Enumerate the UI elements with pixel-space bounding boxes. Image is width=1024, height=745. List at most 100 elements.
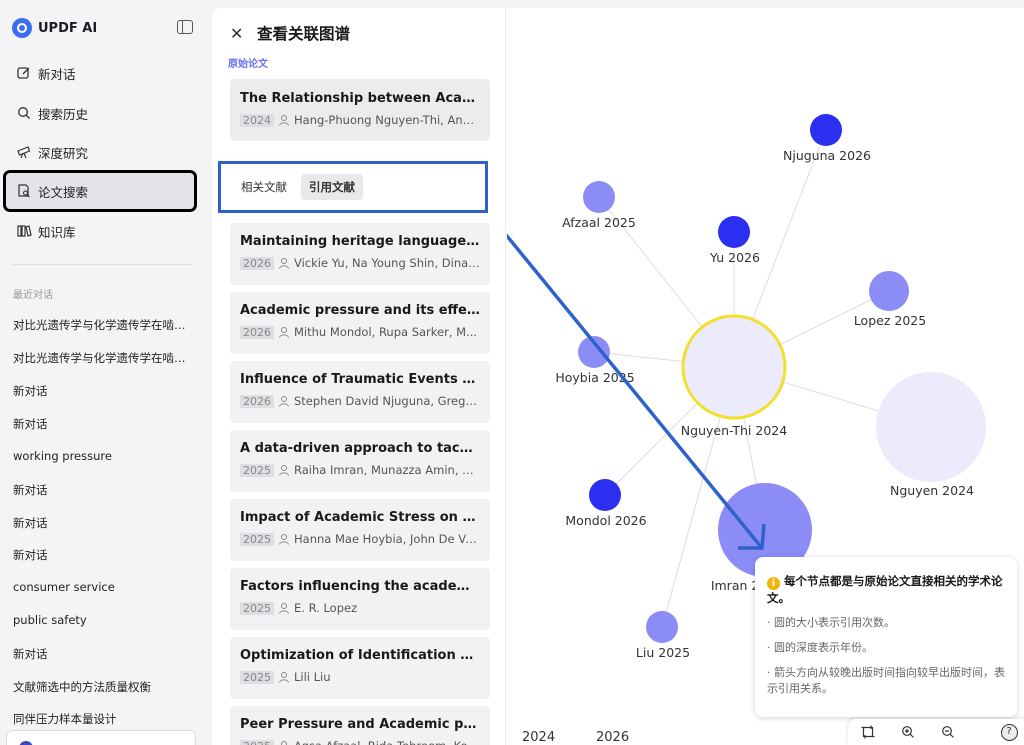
reference-card[interactable]: Impact of Academic Stress on The... 2025 H… xyxy=(230,499,490,561)
paper-authors: Vickie Yu, Na Young Shin, Dina ... xyxy=(294,256,480,270)
nav-label: 论文搜索 xyxy=(38,184,89,200)
app-logo: UPDF AI xyxy=(12,16,197,40)
legend-line: · 圆的深度表示年份。 xyxy=(767,641,873,654)
paper-authors: Hanna Mae Hoybia, John De Ve... xyxy=(294,532,480,546)
paper-title: A data-driven approach to tacklin... xyxy=(240,441,480,456)
legend-line: · 圆的大小表示引用次数。 xyxy=(767,616,895,629)
person-icon xyxy=(279,115,289,126)
paper-title: Influence of Traumatic Events on ... xyxy=(240,372,480,387)
paper-meta: 2026 Stephen David Njuguna, Grego... xyxy=(240,394,480,408)
history-item[interactable]: public safety xyxy=(13,613,193,627)
reference-card[interactable]: Academic pressure and its effects ... 202… xyxy=(230,292,490,354)
graph-node[interactable] xyxy=(810,114,842,146)
paper-year: 2026 xyxy=(240,256,274,270)
graph-node[interactable] xyxy=(869,271,909,311)
recent-title: 最近对话 xyxy=(13,290,53,301)
paper-year: 2026 xyxy=(240,394,274,408)
legend-line: · 箭头方向从较晚出版时间指向较早出版时间，表示引用关系。 xyxy=(767,666,1005,695)
original-paper-card[interactable]: The Relationship between Academic Pressu… xyxy=(230,79,490,141)
paper-meta: 2025 Raiha Imran, Munazza Amin, Kif... xyxy=(240,463,480,477)
graph-node-label: Njuguna 2026 xyxy=(783,148,871,163)
help-button[interactable]: ? xyxy=(994,719,1024,745)
person-icon xyxy=(279,603,289,614)
info-icon: i xyxy=(767,577,780,590)
sidebar: UPDF AI 新对话 搜索历史 深度研究 论文搜索 知识库 最近对话 对比光遗… xyxy=(0,0,210,745)
tab-related-literature[interactable]: 相关文献 xyxy=(233,174,295,200)
paper-meta: 2026 Vickie Yu, Na Young Shin, Dina ... xyxy=(240,256,480,270)
nav-deep-research[interactable]: 深度研究 xyxy=(6,134,194,170)
graph-node[interactable] xyxy=(589,479,621,511)
paper-title: Optimization of Identification and... xyxy=(240,648,480,663)
original-paper-label: 原始论文 xyxy=(228,59,268,70)
paper-authors: Raiha Imran, Munazza Amin, Kif... xyxy=(294,463,480,477)
graph-node-label: Lopez 2025 xyxy=(854,313,926,328)
zoom-out-icon[interactable] xyxy=(928,719,968,745)
nav-new-chat[interactable]: 新对话 xyxy=(6,55,194,91)
year-axis-label: 2024 xyxy=(522,730,556,745)
history-item[interactable]: 新对话 xyxy=(13,416,193,432)
history-item[interactable]: 新对话 xyxy=(13,515,193,531)
paper-year: 2025 xyxy=(240,463,274,477)
paper-meta: 2024 Hang-Phuong Nguyen-Thi, Anh... xyxy=(240,113,480,127)
paper-title: Impact of Academic Stress on The... xyxy=(240,510,480,525)
history-item[interactable]: 新对话 xyxy=(13,646,193,662)
person-icon xyxy=(279,465,289,476)
nav-paper-search[interactable]: 论文搜索 xyxy=(3,170,197,212)
graph-node[interactable] xyxy=(876,372,986,482)
fit-view-icon[interactable] xyxy=(848,719,888,745)
nav-label: 深度研究 xyxy=(38,145,89,161)
nav-search-history[interactable]: 搜索历史 xyxy=(6,95,194,131)
graph-center-node[interactable] xyxy=(681,314,787,420)
library-icon xyxy=(15,222,33,240)
paper-year: 2025 xyxy=(240,670,274,684)
zoom-in-icon[interactable] xyxy=(888,719,928,745)
collapse-sidebar-icon[interactable] xyxy=(177,20,193,34)
nav-knowledge-base[interactable]: 知识库 xyxy=(6,213,194,249)
history-item[interactable]: 同伴压力样本量设计 xyxy=(13,711,193,727)
legend-heading: 每个节点都是与原始论文直接相关的学术论文。 xyxy=(767,574,1003,605)
history-item[interactable]: working pressure xyxy=(13,449,193,463)
reference-card[interactable]: Peer Pressure and Academic perf... 2025 Aq… xyxy=(230,706,490,745)
reference-card[interactable]: Factors influencing the academic ... 2025… xyxy=(230,568,490,630)
reference-card[interactable]: Influence of Traumatic Events on ... 2026… xyxy=(230,361,490,423)
graph-legend-popup: i 每个节点都是与原始论文直接相关的学术论文。 · 圆的大小表示引用次数。 · 圆… xyxy=(755,557,1017,717)
account-bar[interactable] xyxy=(6,730,196,745)
history-item[interactable]: 新对话 xyxy=(13,482,193,498)
history-item[interactable]: 文献筛选中的方法质量权衡 xyxy=(13,679,193,695)
history-item[interactable]: 新对话 xyxy=(13,547,193,563)
nav-label: 搜索历史 xyxy=(38,106,89,122)
sidebar-divider xyxy=(12,264,192,265)
paper-year: 2025 xyxy=(240,739,274,745)
paper-title: Factors influencing the academic ... xyxy=(240,579,480,594)
reference-tabs: 相关文献 引用文献 xyxy=(218,161,488,213)
paper-title: Peer Pressure and Academic perf... xyxy=(240,717,480,732)
graph-node[interactable] xyxy=(718,216,750,248)
history-item[interactable]: consumer service xyxy=(13,580,193,594)
panel-title: 查看关联图谱 xyxy=(257,25,351,43)
paper-authors: Stephen David Njuguna, Grego... xyxy=(294,394,480,408)
history-item[interactable]: 对比光遗传学与化学遗传学在啮齿类... xyxy=(13,350,193,366)
doc-search-icon xyxy=(15,182,33,200)
graph-node-label: Liu 2025 xyxy=(636,645,690,660)
tab-cited-literature[interactable]: 引用文献 xyxy=(301,174,363,200)
person-icon xyxy=(279,258,289,269)
history-item[interactable]: 新对话 xyxy=(13,383,193,399)
close-icon[interactable]: ✕ xyxy=(230,24,243,43)
edit-icon xyxy=(15,64,33,82)
reference-card[interactable]: A data-driven approach to tacklin... 2025… xyxy=(230,430,490,492)
paper-title: Maintaining heritage languages a... xyxy=(240,234,480,249)
year-axis-label: 2026 xyxy=(596,730,630,745)
paper-year: 2024 xyxy=(240,113,274,127)
person-icon xyxy=(279,672,289,683)
app-name: UPDF AI xyxy=(38,20,98,36)
paper-title: Academic pressure and its effects ... xyxy=(240,303,480,318)
paper-authors: Lili Liu xyxy=(294,670,331,684)
graph-node[interactable] xyxy=(646,611,678,643)
paper-title: The Relationship between Academic Pressu… xyxy=(240,91,480,106)
paper-authors: E. R. Lopez xyxy=(294,601,358,615)
reference-card[interactable]: Optimization of Identification and... 202… xyxy=(230,637,490,699)
history-item[interactable]: 对比光遗传学与化学遗传学在啮齿类... xyxy=(13,317,193,333)
nav-label: 新对话 xyxy=(38,66,76,82)
graph-node[interactable] xyxy=(583,181,615,213)
reference-card[interactable]: Maintaining heritage languages a... 2026 V… xyxy=(230,223,490,285)
